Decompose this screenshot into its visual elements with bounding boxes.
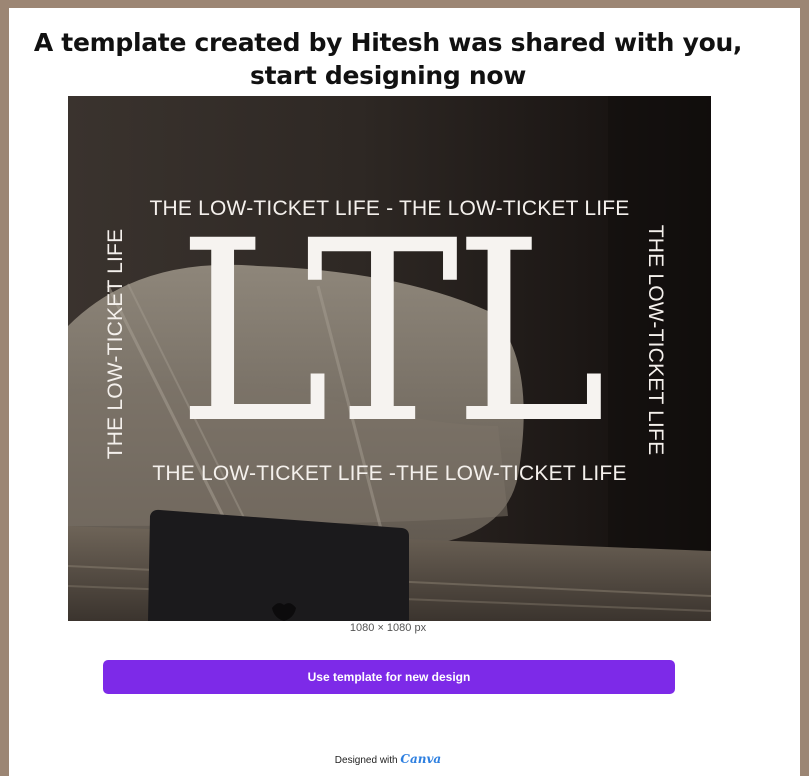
designed-with-label: Designed with: [334, 755, 398, 766]
page-title: A template created by Hitesh was shared …: [33, 28, 743, 90]
tagline-right: THE LOW-TICKET LIFE: [644, 224, 667, 456]
use-template-button[interactable]: Use template for new design: [103, 660, 675, 694]
tagline-bottom: THE LOW-TICKET LIFE -THE LOW-TICKET LIFE: [152, 462, 627, 485]
canva-logo[interactable]: Canva: [400, 752, 441, 766]
template-preview[interactable]: THE LOW-TICKET LIFE - THE LOW-TICKET LIF…: [68, 96, 711, 621]
template-dimensions: 1080 × 1080 px: [349, 622, 427, 634]
designed-with-credit[interactable]: Designed with Canva: [9, 752, 767, 766]
share-card: A template created by Hitesh was shared …: [9, 8, 800, 776]
tagline-left: THE LOW-TICKET LIFE: [104, 228, 127, 460]
monogram-letters: LTL: [177, 187, 606, 478]
